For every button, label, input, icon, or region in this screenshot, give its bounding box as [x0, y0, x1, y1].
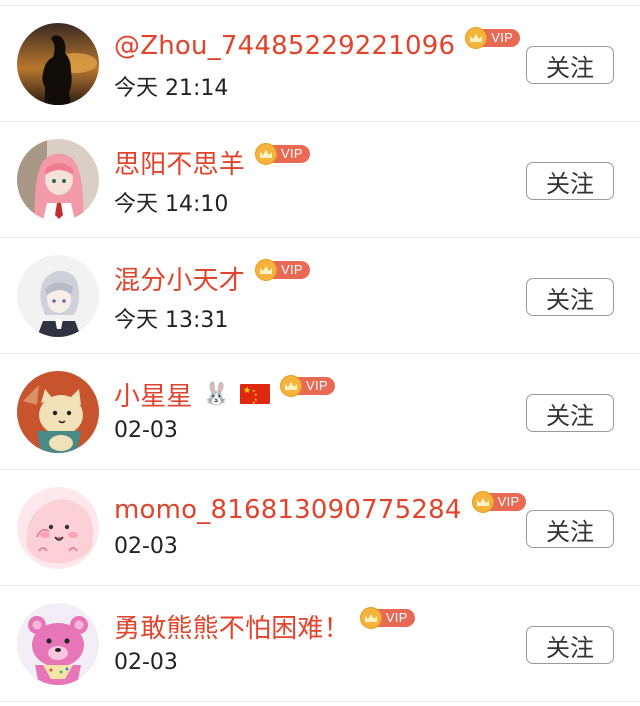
follow-button[interactable]: 关注: [526, 162, 614, 200]
vip-badge: VIP: [255, 143, 310, 165]
avatar[interactable]: [17, 603, 99, 685]
timestamp: 今天 13:31: [114, 308, 229, 333]
username[interactable]: 小星星: [114, 376, 193, 413]
username[interactable]: momo_816813090775284: [114, 495, 462, 525]
timestamp: 02-03: [114, 534, 178, 559]
avatar[interactable]: [17, 255, 99, 337]
vip-badge: VIP: [255, 259, 310, 281]
avatar[interactable]: [17, 487, 99, 569]
avatar[interactable]: [17, 23, 99, 105]
avatar[interactable]: [17, 139, 99, 221]
follow-button[interactable]: 关注: [526, 278, 614, 316]
avatar[interactable]: [17, 371, 99, 453]
timestamp: 02-03: [114, 650, 178, 675]
crown-icon: [471, 491, 494, 513]
timestamp: 今天 21:14: [114, 76, 229, 101]
username[interactable]: 勇敢熊熊不怕困难！: [114, 608, 350, 645]
follow-button[interactable]: 关注: [526, 510, 614, 548]
follow-button[interactable]: 关注: [526, 626, 614, 664]
name-line: 小星星 🐰 ★ ★ ★ ★ ★ VIP: [114, 374, 335, 414]
name-line: 思阳不思羊 VIP: [114, 142, 310, 182]
vip-badge: VIP: [465, 27, 521, 49]
timestamp: 今天 14:10: [114, 192, 229, 217]
username[interactable]: @Zhou_74485229221096: [114, 31, 455, 61]
crown-icon: [280, 375, 303, 397]
name-line: momo_816813090775284 VIP: [114, 490, 527, 530]
vip-badge: VIP: [359, 607, 415, 629]
follower-list: @Zhou_74485229221096 VIP 今天 21:14 关注 思阳不…: [0, 6, 640, 702]
list-item[interactable]: momo_816813090775284 VIP 02-03 关注: [0, 470, 640, 586]
crown-icon: [255, 259, 278, 281]
timestamp: 02-03: [114, 418, 178, 443]
list-item[interactable]: @Zhou_74485229221096 VIP 今天 21:14 关注: [0, 6, 640, 122]
username[interactable]: 混分小天才: [114, 260, 245, 297]
vip-badge: VIP: [471, 491, 527, 513]
china-flag-icon: ★ ★ ★ ★ ★: [240, 384, 271, 405]
username[interactable]: 思阳不思羊: [114, 144, 245, 181]
follow-button[interactable]: 关注: [526, 394, 614, 432]
vip-badge: VIP: [280, 375, 335, 397]
list-item[interactable]: 小星星 🐰 ★ ★ ★ ★ ★ VIP 02-03 关注: [0, 354, 640, 470]
list-item[interactable]: 勇敢熊熊不怕困难！ VIP 02-03 关注: [0, 586, 640, 702]
name-line: @Zhou_74485229221096 VIP: [114, 26, 521, 66]
name-line: 混分小天才 VIP: [114, 258, 310, 298]
crown-icon: [255, 143, 278, 165]
follow-button[interactable]: 关注: [526, 46, 614, 84]
list-item[interactable]: 混分小天才 VIP 今天 13:31 关注: [0, 238, 640, 354]
crown-icon: [359, 607, 382, 629]
rabbit-icon: 🐰: [202, 381, 231, 407]
list-item[interactable]: 思阳不思羊 VIP 今天 14:10 关注: [0, 122, 640, 238]
name-line: 勇敢熊熊不怕困难！ VIP: [114, 606, 415, 646]
